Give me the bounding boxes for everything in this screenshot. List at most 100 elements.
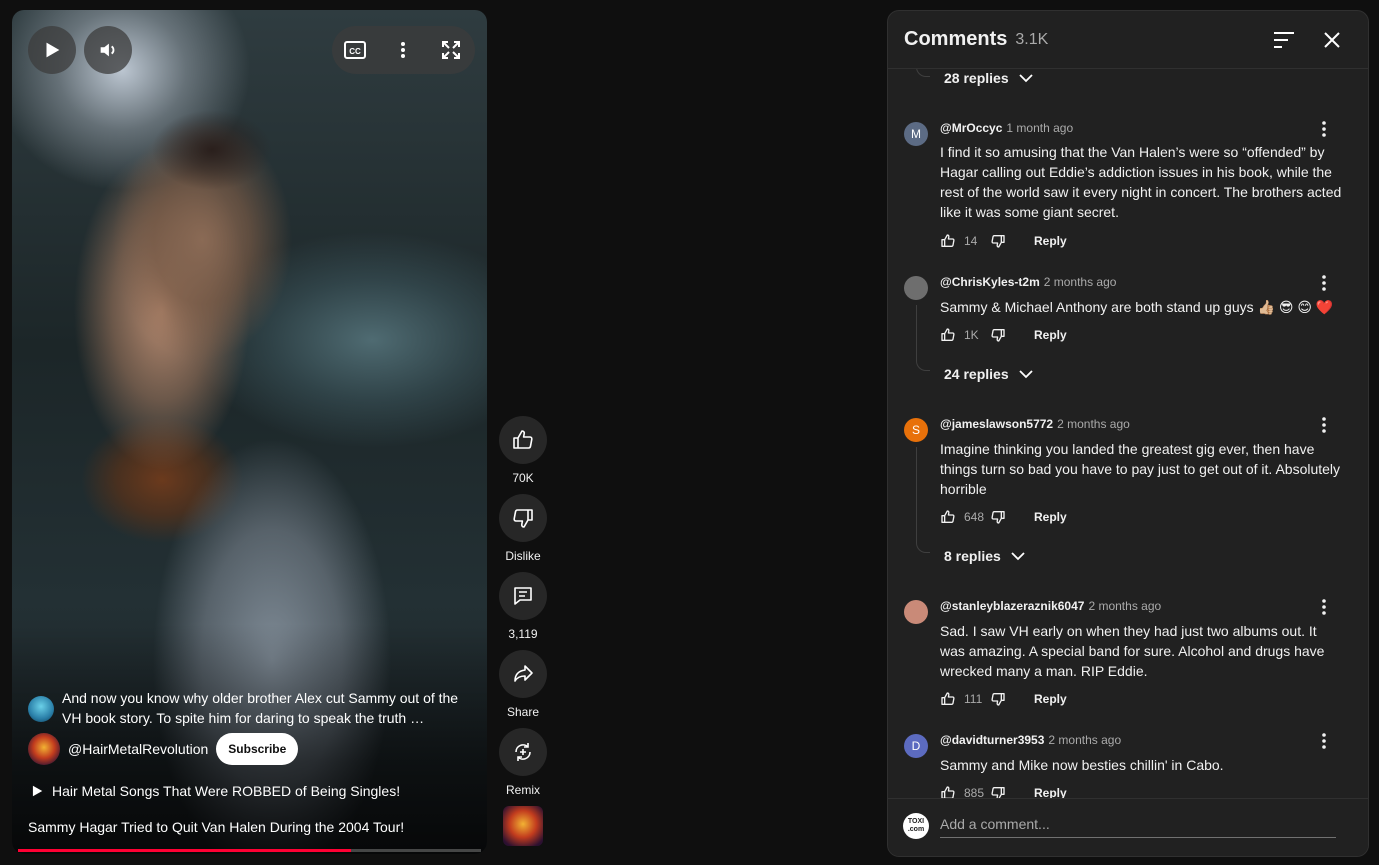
dislike-button[interactable]: [499, 494, 547, 542]
replies-toggle[interactable]: 8 replies: [944, 548, 1025, 564]
comments-count: 3.1K: [1015, 30, 1049, 48]
like-count: 111: [964, 692, 983, 706]
subscribe-button[interactable]: Subscribe: [216, 733, 299, 765]
reply-button[interactable]: Reply: [1034, 692, 1067, 706]
comment-author[interactable]: @jameslawson5772: [940, 417, 1053, 431]
like-button[interactable]: [499, 416, 547, 464]
thumb-down-icon[interactable]: [990, 509, 1006, 525]
avatar[interactable]: M: [904, 122, 928, 146]
comments-button[interactable]: [499, 572, 547, 620]
thumb-down-icon[interactable]: [990, 327, 1006, 343]
description-text: And now you know why older brother Alex …: [62, 690, 459, 726]
play-icon: [32, 785, 43, 797]
add-comment-input[interactable]: Add a comment...: [940, 816, 1336, 838]
thumb-up-icon[interactable]: [940, 785, 956, 799]
comment-time[interactable]: 2 months ago: [1088, 599, 1161, 613]
avatar[interactable]: S: [904, 418, 928, 442]
video-description[interactable]: And now you know why older brother Alex …: [28, 688, 468, 728]
comment-author[interactable]: @MrOccyc: [940, 121, 1002, 135]
share-button[interactable]: [499, 650, 547, 698]
chevron-down-icon: [1018, 369, 1033, 378]
comment-time[interactable]: 2 months ago: [1044, 275, 1117, 289]
thumb-up-icon[interactable]: [940, 327, 956, 343]
more-vert-icon: [1322, 599, 1326, 615]
dislike-label: Dislike: [505, 549, 541, 563]
shorts-video-player[interactable]: CC And now you know why older brother Al…: [12, 10, 487, 854]
progress-bar[interactable]: [18, 849, 481, 852]
reply-button[interactable]: Reply: [1034, 510, 1067, 524]
comment-composer: TOXI .com Add a comment...: [888, 798, 1368, 856]
progress-fill: [18, 849, 352, 852]
channel-name[interactable]: @HairMetalRevolution: [68, 741, 208, 757]
comment-menu-button[interactable]: [1312, 729, 1336, 753]
like-action: 70K: [499, 416, 547, 486]
replies-toggle[interactable]: 24 replies: [944, 366, 1033, 382]
playlist-title: Hair Metal Songs That Were ROBBED of Bei…: [52, 783, 401, 799]
comment-text: Imagine thinking you landed the greatest…: [940, 441, 1341, 497]
reply-button[interactable]: Reply: [1034, 234, 1067, 248]
play-button[interactable]: [28, 26, 76, 74]
player-top-controls: CC: [332, 26, 475, 74]
dislike-action: Dislike: [499, 494, 547, 564]
replies-toggle[interactable]: 28 replies: [944, 70, 1033, 86]
comment-toolbar: 111 Reply: [940, 691, 1067, 707]
thread-line: [916, 305, 930, 371]
share-action: Share: [499, 650, 547, 720]
avatar[interactable]: [904, 276, 928, 300]
remix-icon: [515, 743, 531, 761]
sort-icon: [1274, 32, 1294, 48]
chevron-down-icon: [1018, 73, 1033, 82]
video-title[interactable]: Sammy Hagar Tried to Quit Van Halen Duri…: [28, 819, 404, 835]
comment-meta: @stanleyblazeraznik6047 2 months ago: [940, 599, 1161, 613]
comments-list: 28 replies M @MrOccyc 1 month ago I find …: [888, 69, 1368, 799]
channel-row: @HairMetalRevolution Subscribe: [28, 733, 299, 765]
thumb-down-icon[interactable]: [990, 785, 1006, 799]
comment-author[interactable]: @stanleyblazeraznik6047: [940, 599, 1084, 613]
sound-thumbnail[interactable]: [503, 806, 543, 846]
comment-author[interactable]: @davidturner3953: [940, 733, 1044, 747]
comment-time[interactable]: 1 month ago: [1006, 121, 1073, 135]
like-count: 14: [964, 234, 978, 248]
like-count: 648: [964, 510, 985, 524]
like-count: 70K: [512, 471, 534, 485]
share-label: Share: [506, 705, 540, 719]
captions-button[interactable]: CC: [343, 38, 367, 62]
thumb-up-icon[interactable]: [940, 509, 956, 525]
comments-action: 3,119: [499, 572, 547, 642]
comment-time[interactable]: 2 months ago: [1048, 733, 1121, 747]
thread-line: [916, 447, 930, 553]
replies-label: 8 replies: [944, 548, 1001, 564]
comment-menu-button[interactable]: [1312, 117, 1336, 141]
remix-button[interactable]: [499, 728, 547, 776]
close-icon: [1324, 32, 1340, 48]
fullscreen-button[interactable]: [439, 38, 463, 62]
remix-label: Remix: [505, 783, 540, 797]
more-options-button[interactable]: [391, 38, 415, 62]
channel-avatar[interactable]: [28, 733, 60, 765]
comment-toolbar: 885 Reply: [940, 785, 1067, 799]
volume-icon: [100, 43, 115, 57]
comment-meta: @davidturner3953 2 months ago: [940, 733, 1121, 747]
comment-author[interactable]: @ChrisKyles-t2m: [940, 275, 1040, 289]
close-button[interactable]: [1320, 28, 1344, 52]
more-vert-icon: [1322, 417, 1326, 433]
thumb-down-icon[interactable]: [990, 233, 1006, 249]
thumb-up-icon[interactable]: [940, 233, 956, 249]
more-vert-icon: [401, 42, 405, 58]
reply-button[interactable]: Reply: [1034, 328, 1067, 342]
thumb-up-icon[interactable]: [940, 691, 956, 707]
comment-menu-button[interactable]: [1312, 413, 1336, 437]
comment-time[interactable]: 2 months ago: [1057, 417, 1130, 431]
comment-menu-button[interactable]: [1312, 595, 1336, 619]
cc-icon: CC: [344, 41, 366, 59]
thumb-down-icon[interactable]: [990, 691, 1006, 707]
volume-button[interactable]: [84, 26, 132, 74]
comment-meta: @MrOccyc 1 month ago: [940, 121, 1073, 135]
avatar[interactable]: [904, 600, 928, 624]
playlist-link[interactable]: Hair Metal Songs That Were ROBBED of Bei…: [30, 783, 400, 799]
avatar[interactable]: D: [904, 734, 928, 758]
play-icon: [46, 42, 60, 58]
sort-button[interactable]: [1272, 28, 1296, 52]
comment-menu-button[interactable]: [1312, 271, 1336, 295]
comment-meta: @jameslawson5772 2 months ago: [940, 417, 1130, 431]
